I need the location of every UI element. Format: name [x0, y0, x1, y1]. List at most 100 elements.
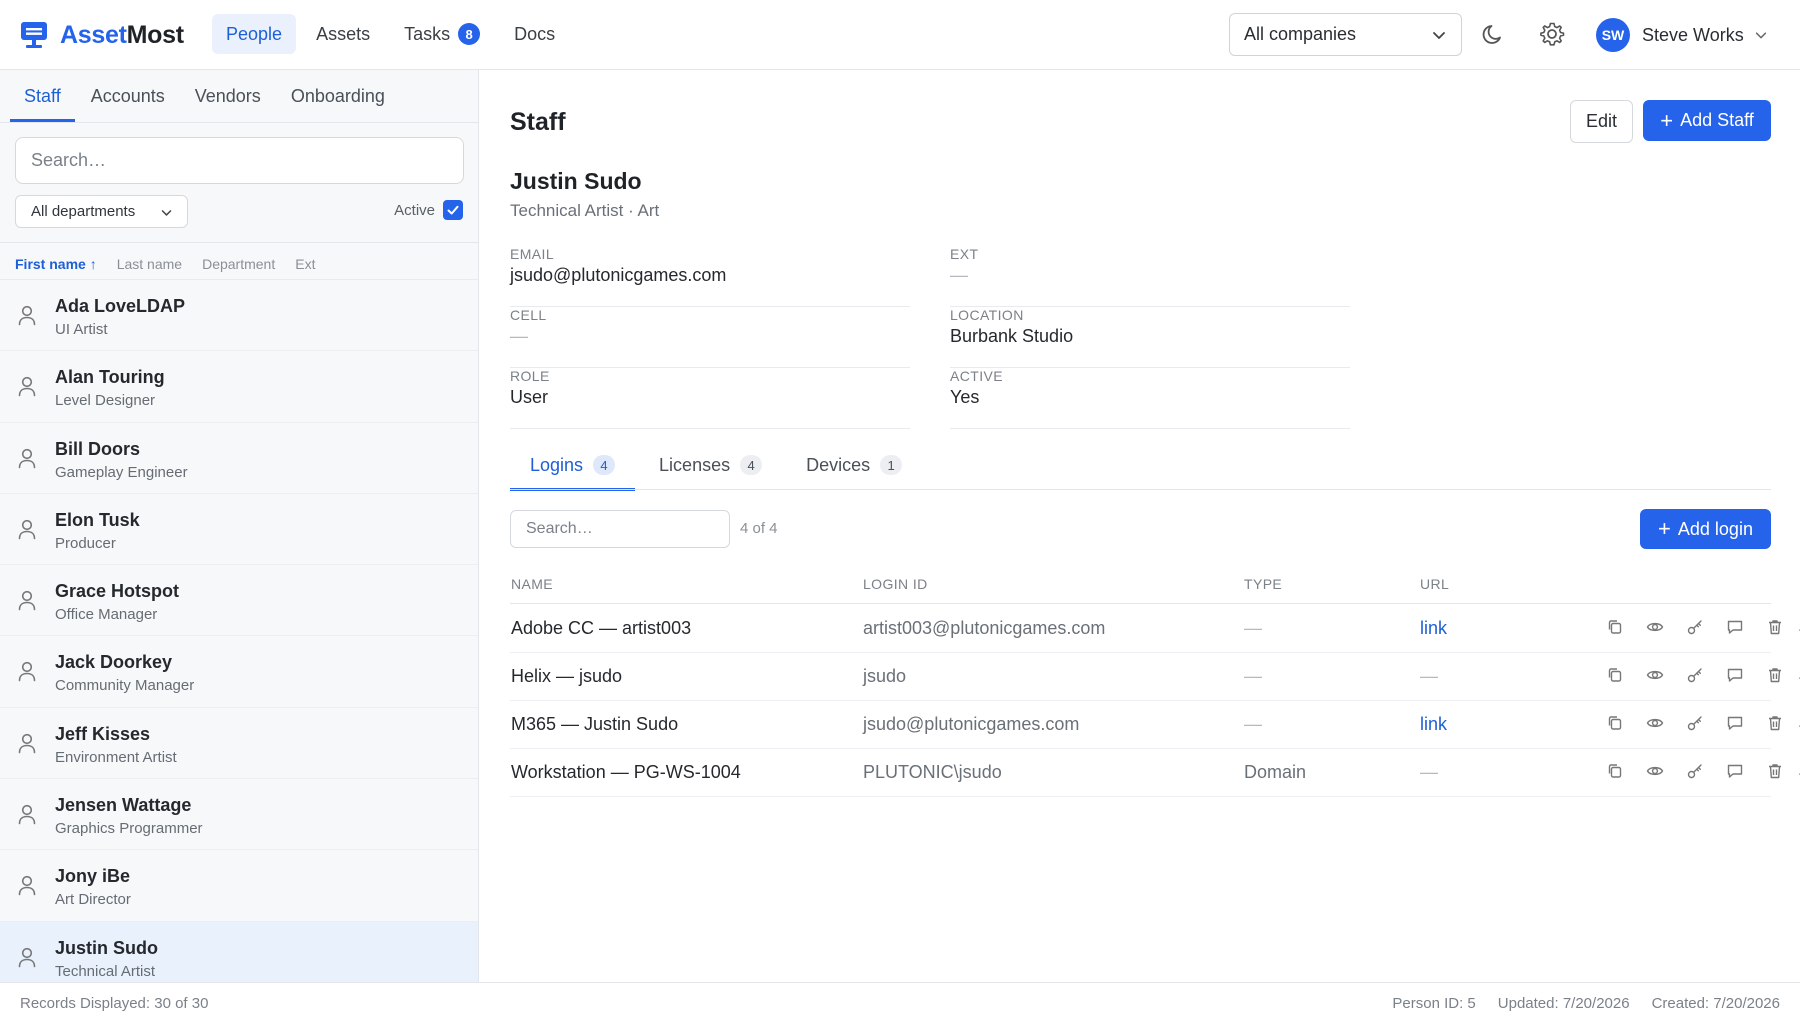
tab-accounts[interactable]: Accounts [77, 70, 179, 122]
copy-icon[interactable] [1604, 616, 1626, 638]
login-type: — [1244, 666, 1262, 686]
column-header-type[interactable]: TYPE [1244, 576, 1282, 592]
login-search-input[interactable] [510, 510, 730, 548]
gear-icon[interactable] [1538, 20, 1566, 48]
department-filter-value: All departments [31, 203, 136, 220]
trash-icon[interactable] [1764, 664, 1786, 686]
chevron-down-icon [1755, 32, 1766, 39]
company-select[interactable]: All companies [1229, 13, 1462, 56]
login-url-link[interactable]: link [1420, 618, 1447, 639]
login-url: — [1420, 762, 1438, 782]
active-checkbox[interactable] [443, 200, 463, 220]
list-item-selected[interactable]: Justin Sudo Technical Artist [0, 921, 478, 982]
column-header-login-id[interactable]: LOGIN ID [863, 576, 928, 592]
copy-icon[interactable] [1604, 664, 1626, 686]
nav-people[interactable]: People [212, 14, 297, 54]
main-nav: People Assets Tasks 8 Docs [212, 14, 575, 54]
eye-icon[interactable] [1644, 760, 1666, 782]
column-header-name[interactable]: NAME [511, 576, 553, 592]
column-header-url[interactable]: URL [1420, 576, 1449, 592]
sort-ext[interactable]: Ext [295, 256, 315, 272]
staff-title: Art Director [55, 891, 131, 909]
comment-icon[interactable] [1724, 664, 1746, 686]
key-icon[interactable] [1684, 760, 1706, 782]
login-name: M365 — Justin Sudo [511, 714, 679, 734]
sort-department[interactable]: Department [202, 256, 275, 272]
tab-staff[interactable]: Staff [10, 70, 75, 122]
table-row[interactable]: M365 — Justin Sudo jsudo@plutonicgames.c… [510, 701, 1800, 749]
logins-count-text: 4 of 4 [740, 520, 778, 537]
table-row[interactable]: Helix — jsudo jsudo — — .. [510, 653, 1800, 701]
chevron-down-icon [1433, 32, 1445, 39]
divider [0, 122, 478, 123]
comment-icon[interactable] [1724, 616, 1746, 638]
key-icon[interactable] [1684, 616, 1706, 638]
brand-logo[interactable]: AssetMost [20, 17, 184, 53]
staff-name: Bill Doors [55, 438, 141, 459]
sort-last-name[interactable]: Last name [117, 256, 182, 272]
list-item[interactable]: Alan Touring Level Designer [0, 351, 478, 423]
staff-title: Level Designer [55, 392, 156, 410]
list-item[interactable]: Elon Tusk Producer [0, 494, 478, 566]
list-item[interactable]: Jack Doorkey Community Manager [0, 636, 478, 708]
row-actions: .. [1604, 760, 1800, 782]
list-item[interactable]: Jeff Kisses Environment Artist [0, 708, 478, 780]
eye-icon[interactable] [1644, 712, 1666, 734]
detail-tabs: Logins 4 Licenses 4 Devices 1 [510, 440, 926, 491]
user-menu[interactable]: SW Steve Works [1596, 17, 1768, 53]
copy-icon[interactable] [1604, 760, 1626, 782]
trash-icon[interactable] [1764, 616, 1786, 638]
table-row[interactable]: Workstation — PG-WS-1004 PLUTONIC\jsudo … [510, 749, 1800, 797]
copy-icon[interactable] [1604, 712, 1626, 734]
nav-assets[interactable]: Assets [302, 14, 384, 54]
list-item[interactable]: Ada LoveLDAP UI Artist [0, 280, 478, 352]
key-icon[interactable] [1684, 664, 1706, 686]
login-url-link[interactable]: link [1420, 714, 1447, 735]
tab-logins[interactable]: Logins 4 [510, 440, 636, 491]
tab-onboarding[interactable]: Onboarding [277, 70, 399, 122]
divider [510, 489, 1771, 490]
tab-vendors[interactable]: Vendors [181, 70, 275, 122]
nav-tasks[interactable]: Tasks 8 [390, 14, 494, 54]
eye-icon[interactable] [1644, 616, 1666, 638]
login-name: Workstation — PG-WS-1004 [511, 762, 741, 782]
staff-name: Jensen Wattage [55, 795, 192, 816]
moon-icon[interactable] [1480, 20, 1508, 48]
nav-docs[interactable]: Docs [500, 14, 569, 54]
list-item[interactable]: Jony iBe Art Director [0, 850, 478, 922]
avatar: SW [1596, 18, 1630, 52]
edit-button[interactable]: Edit [1570, 100, 1633, 143]
staff-search-input[interactable] [15, 137, 464, 184]
updated-date: Updated: 7/20/2026 [1497, 995, 1630, 1012]
person-icon [18, 448, 36, 468]
sort-first-name[interactable]: First name ↑ [15, 256, 97, 272]
tab-devices[interactable]: Devices 1 [786, 440, 922, 490]
eye-icon[interactable] [1644, 664, 1666, 686]
table-row[interactable]: Adobe CC — artist003 artist003@plutonicg… [510, 605, 1800, 653]
list-item[interactable]: Grace Hotspot Office Manager [0, 565, 478, 637]
add-staff-button[interactable]: + Add Staff [1643, 100, 1771, 141]
staff-title: Office Manager [55, 606, 158, 624]
login-type: Domain [1244, 762, 1307, 782]
licenses-count-badge: 4 [740, 455, 763, 475]
person-icon [18, 305, 36, 326]
department-filter[interactable]: All departments [15, 195, 188, 228]
active-filter[interactable]: Active [394, 200, 463, 220]
tab-licenses[interactable]: Licenses 4 [639, 440, 782, 490]
staff-name: Grace Hotspot [55, 581, 180, 602]
add-login-button[interactable]: + Add login [1640, 509, 1771, 549]
list-item[interactable]: Jensen Wattage Graphics Programmer [0, 779, 478, 851]
comment-icon[interactable] [1724, 712, 1746, 734]
list-item[interactable]: Bill Doors Gameplay Engineer [0, 423, 478, 494]
login-id: artist003@plutonicgames.com [863, 618, 1106, 638]
plus-icon: + [1660, 107, 1674, 133]
tasks-count-badge: 8 [458, 23, 481, 45]
active-filter-label: Active [394, 201, 435, 219]
key-icon[interactable] [1684, 712, 1706, 734]
active-field: ACTIVE Yes [950, 368, 1350, 429]
comment-icon[interactable] [1724, 760, 1746, 782]
staff-title: Technical Artist [55, 962, 156, 980]
logins-count-badge: 4 [593, 455, 616, 475]
trash-icon[interactable] [1764, 712, 1786, 734]
trash-icon[interactable] [1764, 760, 1786, 782]
